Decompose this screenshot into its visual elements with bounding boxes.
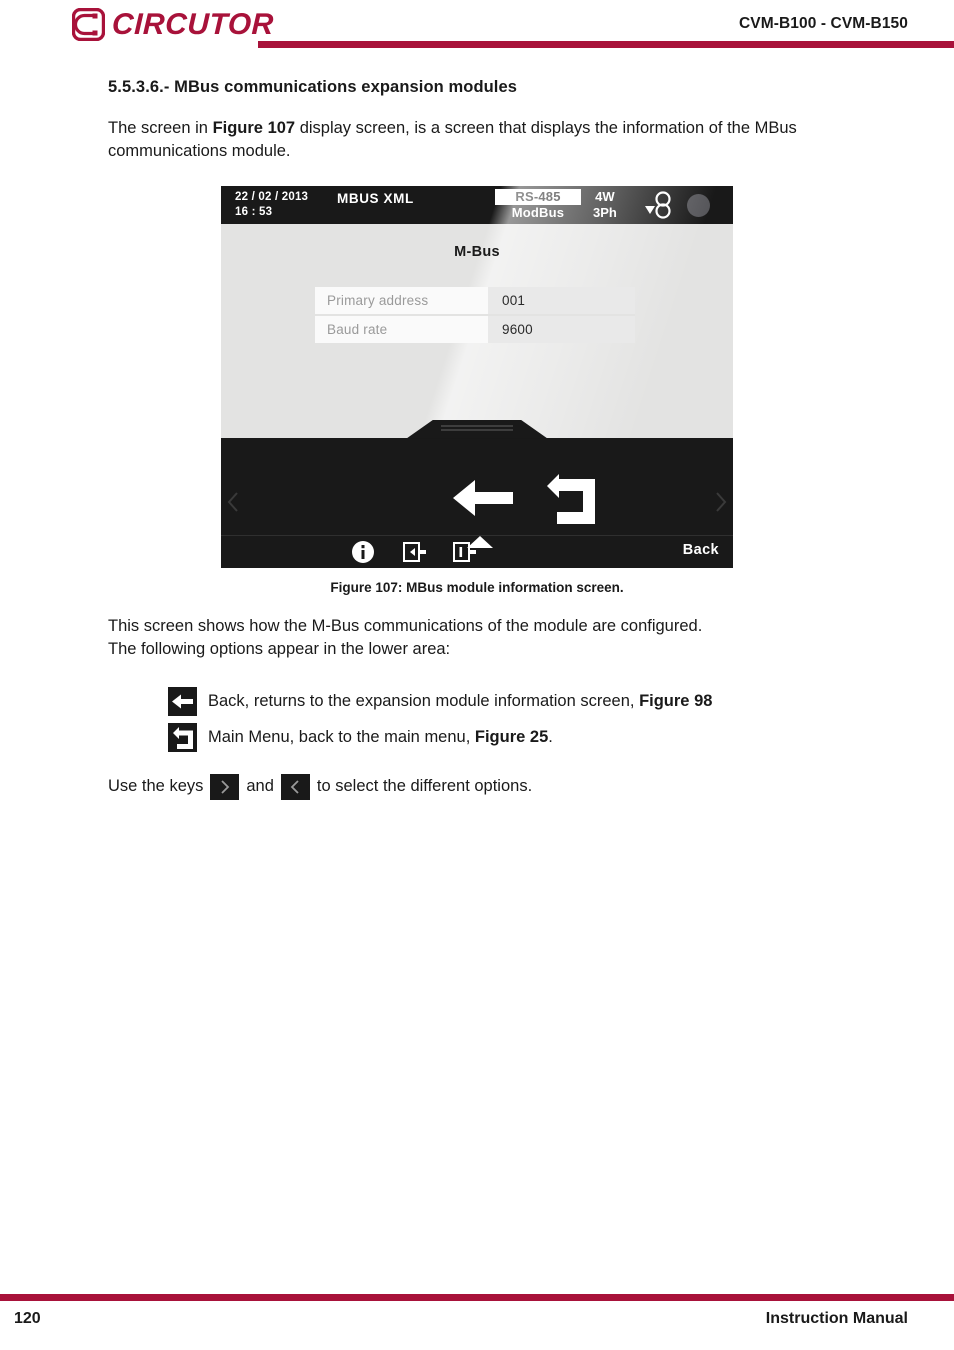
status-led-icon: [687, 193, 710, 217]
description-paragraph: This screen shows how the M-Bus communic…: [108, 615, 914, 662]
nav-chevron-left-icon[interactable]: [226, 490, 240, 514]
footer-page-number: 120: [14, 1310, 41, 1327]
description-line1: This screen shows how the M-Bus communic…: [108, 616, 703, 635]
statusbar-wiring: 4W 3Ph: [593, 189, 617, 221]
statusbar-datetime: 22 / 02 / 2013 16 : 53: [235, 190, 308, 220]
option-figure-ref: Figure 98: [639, 692, 713, 711]
device-navbar: Back: [221, 419, 733, 568]
setting-value: 9600: [488, 314, 635, 343]
header-model-label: CVM-B100 - CVM-B150: [739, 15, 908, 32]
circutor-logo: CIRCUTOR: [71, 7, 275, 42]
setting-label: Baud rate: [315, 314, 488, 343]
device-screen: 22 / 02 / 2013 16 : 53 MBUS XML RS-485 M…: [221, 185, 733, 568]
closing-part3: to select the different options.: [316, 777, 533, 796]
statusbar-protocol-selected: RS-485: [495, 188, 581, 205]
option-text: Main Menu, back to the main menu, Figure…: [208, 728, 553, 747]
figure-caption: Figure 107: MBus module information scre…: [330, 579, 624, 595]
option-figure-ref: Figure 25: [474, 728, 549, 747]
setting-value: 001: [488, 286, 635, 316]
chevron-right-icon: [210, 773, 240, 800]
option-text-before: Back, returns to the expansion module in…: [208, 692, 640, 711]
option-text-after: .: [548, 728, 553, 747]
description-line2: The following options appear in the lowe…: [108, 640, 451, 659]
statusbar-wiring-wires: 4W: [595, 188, 615, 204]
closing-part1: Use the keys: [108, 777, 204, 796]
screen-title: M-Bus: [454, 243, 500, 260]
statusbar-time: 16 : 53: [235, 205, 273, 218]
footer-manual-title: Instruction Manual: [765, 1310, 908, 1327]
statusbar-mode: MBUS XML: [337, 190, 414, 206]
navbar-footer: Back: [221, 535, 733, 568]
nav-back-label[interactable]: Back: [683, 542, 719, 558]
closing-part2: and: [246, 777, 274, 796]
return-arrow-icon: [168, 723, 197, 753]
setting-label: Primary address: [315, 286, 488, 316]
intro-figure-ref: Figure 107: [212, 119, 296, 137]
device-statusbar: 22 / 02 / 2013 16 : 53 MBUS XML RS-485 M…: [221, 185, 733, 224]
closing-paragraph: Use the keys and to select the different…: [108, 773, 954, 800]
footer-divider-rule: [0, 1294, 954, 1301]
page-header: CIRCUTOR CVM-B100 - CVM-B150: [0, 0, 954, 56]
statusbar-date: 22 / 02 / 2013: [235, 190, 309, 203]
nav-return-arrow-icon[interactable]: [541, 472, 599, 526]
navbar-grille-icon: [441, 424, 513, 433]
phasor-diagram-icon: [641, 190, 675, 220]
list-item: Main Menu, back to the main menu, Figure…: [168, 720, 954, 756]
figure-107: 22 / 02 / 2013 16 : 53 MBUS XML RS-485 M…: [0, 185, 954, 595]
table-row: Primary address 001: [315, 286, 635, 316]
table-row: Baud rate 9600: [315, 314, 635, 343]
chevron-left-icon: [280, 773, 310, 800]
arrow-left-icon: [168, 687, 197, 717]
nav-chevron-right-icon[interactable]: [714, 490, 728, 514]
page-content: 5.5.3.6.- MBus communications expansion …: [0, 56, 954, 800]
mbus-settings-table: Primary address 001 Baud rate 9600: [315, 286, 635, 343]
statusbar-protocol-name: ModBus: [511, 204, 565, 220]
page-footer: 120 Instruction Manual: [0, 1290, 954, 1350]
header-divider-rule: [258, 41, 954, 48]
info-icon[interactable]: [352, 540, 374, 563]
input-module-icon[interactable]: [403, 541, 426, 562]
section-heading: 5.5.3.6.- MBus communications expansion …: [108, 78, 518, 96]
list-item: Back, returns to the expansion module in…: [168, 684, 954, 720]
intro-paragraph: The screen in Figure 107 display screen,…: [108, 117, 914, 164]
nav-arrow-left-icon[interactable]: [453, 476, 515, 520]
logo-wordmark: CIRCUTOR: [111, 7, 275, 41]
output-module-icon[interactable]: [453, 541, 476, 562]
option-text: Back, returns to the expansion module in…: [208, 692, 712, 711]
options-list: Back, returns to the expansion module in…: [168, 684, 954, 756]
option-text-before: Main Menu, back to the main menu,: [208, 728, 475, 747]
circutor-c-logo-icon: [71, 7, 106, 42]
intro-part1: The screen in: [108, 119, 213, 137]
statusbar-wiring-phases: 3Ph: [593, 204, 617, 220]
statusbar-protocol: RS-485 ModBus: [495, 188, 581, 220]
